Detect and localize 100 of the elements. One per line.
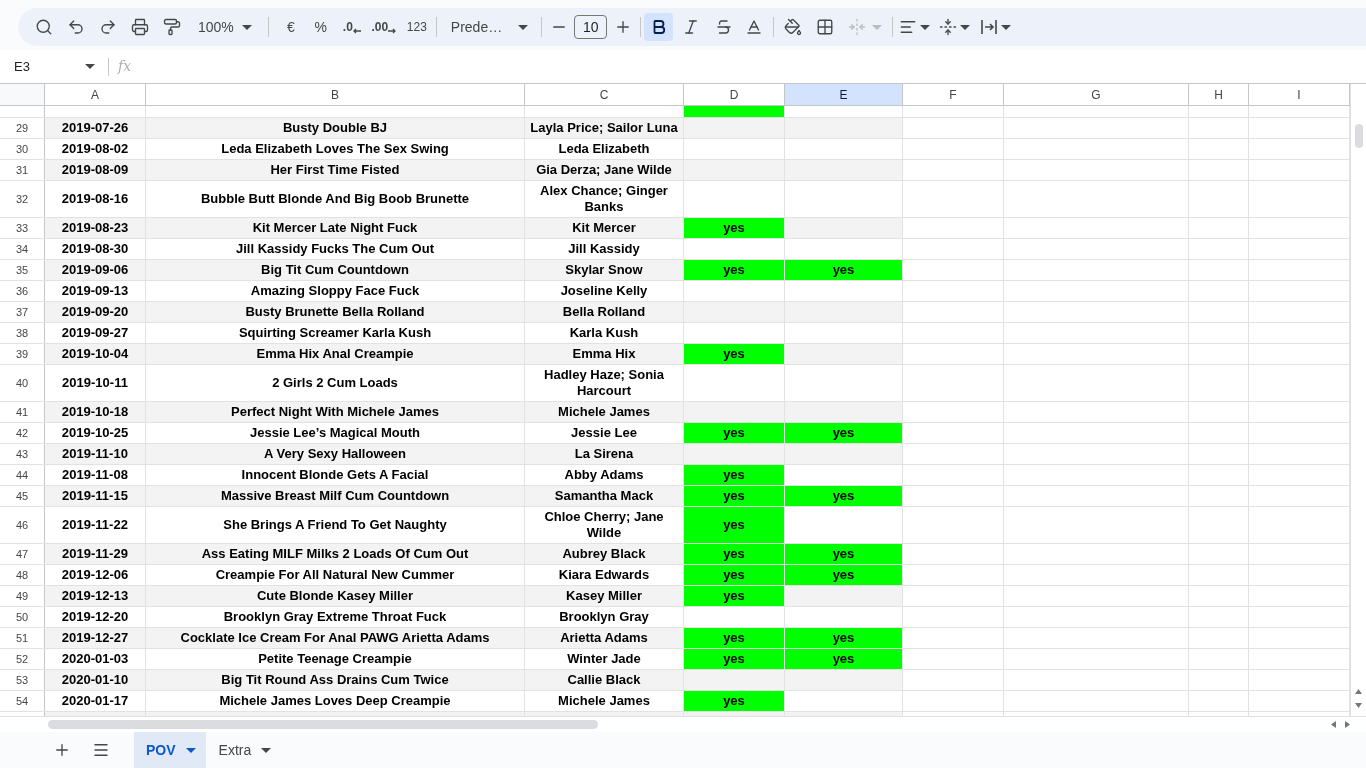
caret-icon bbox=[185, 747, 196, 753]
table-cell: yes bbox=[785, 544, 903, 564]
table-cell: Her First Time Fisted bbox=[146, 160, 525, 180]
table-cell: yes bbox=[785, 486, 903, 506]
table-cell: 2019-11-10 bbox=[45, 444, 146, 464]
borders-icon[interactable] bbox=[816, 18, 835, 36]
table-cell: 2019-09-06 bbox=[45, 260, 146, 280]
search-icon[interactable] bbox=[35, 18, 53, 36]
caret-icon bbox=[261, 747, 272, 753]
table-cell: Gia Derza; Jane Wilde bbox=[525, 160, 684, 180]
table-cell: yes bbox=[684, 344, 785, 364]
fill-color-icon[interactable] bbox=[784, 18, 803, 36]
scroll-right-icon[interactable] bbox=[1345, 721, 1350, 728]
increase-decimals-button[interactable]: .00 bbox=[367, 13, 400, 41]
caret-icon bbox=[872, 24, 883, 30]
scroll-up-icon[interactable] bbox=[1355, 689, 1362, 694]
sheet-tab[interactable]: POV bbox=[134, 732, 206, 768]
table-cell: yes bbox=[684, 691, 785, 711]
add-sheet-icon[interactable] bbox=[53, 741, 71, 759]
column-header[interactable]: E bbox=[785, 84, 903, 105]
table-cell: 2019-10-04 bbox=[45, 344, 146, 364]
table-cell: yes bbox=[785, 423, 903, 443]
scroll-left-icon[interactable] bbox=[1331, 721, 1336, 728]
table-cell: La Sirena bbox=[525, 444, 684, 464]
table-cell: Ass Eating MILF Milks 2 Loads Of Cum Out bbox=[146, 544, 525, 564]
name-box[interactable]: E3 bbox=[0, 53, 100, 80]
table-cell: Busty Double BJ bbox=[146, 118, 525, 138]
font-dropdown[interactable]: Prede… bbox=[438, 13, 538, 41]
table-cell: yes bbox=[785, 649, 903, 669]
table-cell: yes bbox=[684, 649, 785, 669]
table-cell: Cute Blonde Kasey Miller bbox=[146, 586, 525, 606]
table-cell: Big Tit Round Ass Drains Cum Twice bbox=[146, 670, 525, 690]
caret-icon bbox=[960, 24, 971, 30]
percent-button[interactable]: % bbox=[305, 13, 336, 41]
caret-icon bbox=[85, 64, 95, 69]
table-cell: Kasey Miller bbox=[525, 586, 684, 606]
table-cell: A Very Sexy Halloween bbox=[146, 444, 525, 464]
table-cell: Emma Hix Anal Creampie bbox=[146, 344, 525, 364]
table-cell: yes bbox=[684, 218, 785, 238]
table-cell: Bella Rolland bbox=[525, 302, 684, 322]
sheet-tab[interactable]: Extra bbox=[206, 732, 282, 768]
table-cell: yes bbox=[684, 486, 785, 506]
table-cell: Arietta Adams bbox=[525, 628, 684, 648]
table-cell: Big Tit Cum Countdown bbox=[146, 260, 525, 280]
caret-icon bbox=[241, 24, 252, 30]
table-cell: Emma Hix bbox=[525, 344, 684, 364]
table-cell: Busty Brunette Bella Rolland bbox=[146, 302, 525, 322]
font-size-field[interactable]: 10 bbox=[574, 15, 608, 39]
table-cell: yes bbox=[785, 260, 903, 280]
table-cell: Callie Black bbox=[525, 670, 684, 690]
table-cell: yes bbox=[684, 507, 785, 543]
scrollbar-thumb[interactable] bbox=[1354, 124, 1363, 148]
table-cell: Skylar Snow bbox=[525, 260, 684, 280]
table-cell: Kit Mercer Late Night Fuck bbox=[146, 218, 525, 238]
arrow-left-icon bbox=[352, 28, 361, 34]
align-left-icon bbox=[899, 18, 918, 36]
table-cell: yes bbox=[684, 423, 785, 443]
fx-label: fx bbox=[118, 57, 132, 76]
table-cell: Perfect Night With Michele James bbox=[146, 402, 525, 422]
bold-button[interactable] bbox=[644, 13, 674, 41]
paint-roller-icon[interactable] bbox=[163, 18, 181, 36]
print-icon[interactable] bbox=[131, 18, 149, 36]
table-cell: 2019-12-13 bbox=[45, 586, 146, 606]
caret-icon bbox=[518, 24, 529, 30]
table-cell: Cocklate Ice Cream For Anal PAWG Arietta Adams bbox=[146, 628, 525, 648]
table-cell: 2019-09-20 bbox=[45, 302, 146, 322]
table-cell: 2019-10-18 bbox=[45, 402, 146, 422]
decrease-decimals-button[interactable]: .0 bbox=[335, 13, 368, 41]
strikethrough-icon bbox=[714, 18, 733, 36]
caret-icon bbox=[1000, 24, 1011, 30]
scrollbar-thumb[interactable] bbox=[48, 720, 598, 729]
table-cell: yes bbox=[785, 628, 903, 648]
table-cell: Michele James bbox=[525, 402, 684, 422]
table-cell: Kit Mercer bbox=[525, 218, 684, 238]
menu-icon[interactable] bbox=[92, 741, 110, 759]
table-cell: 2019-07-26 bbox=[45, 118, 146, 138]
number-format-button[interactable]: 123 bbox=[399, 13, 434, 41]
table-cell: Aubrey Black bbox=[525, 544, 684, 564]
redo-icon[interactable] bbox=[99, 18, 117, 36]
zoom-dropdown[interactable]: 100% bbox=[188, 13, 261, 41]
table-cell: yes bbox=[684, 544, 785, 564]
table-cell: yes bbox=[684, 586, 785, 606]
table-cell: 2020-01-10 bbox=[45, 670, 146, 690]
table-cell: yes bbox=[684, 260, 785, 280]
currency-button[interactable]: € bbox=[275, 13, 306, 41]
scroll-down-icon[interactable] bbox=[1355, 703, 1362, 708]
text-color-icon[interactable] bbox=[745, 18, 764, 36]
table-cell: 2019-08-09 bbox=[45, 160, 146, 180]
table-cell: yes bbox=[684, 465, 785, 485]
wrap-icon bbox=[980, 20, 997, 34]
table-cell: Samantha Mack bbox=[525, 486, 684, 506]
caret-icon bbox=[920, 24, 931, 30]
table-cell: 2019-11-29 bbox=[45, 544, 146, 564]
table-cell: Massive Breast Milf Cum Countdown bbox=[146, 486, 525, 506]
vertical-align-icon bbox=[939, 18, 958, 36]
undo-icon[interactable] bbox=[67, 18, 85, 36]
table-cell: 2019-12-27 bbox=[45, 628, 146, 648]
table-cell: 2019-11-15 bbox=[45, 486, 146, 506]
table-cell: 2019-08-23 bbox=[45, 218, 146, 238]
table-cell: Layla Price; Sailor Luna bbox=[525, 118, 684, 138]
